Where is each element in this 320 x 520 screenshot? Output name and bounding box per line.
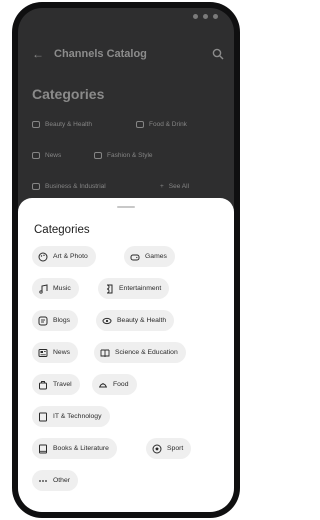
background-chip[interactable]: Beauty & Health [32, 116, 92, 132]
chip-label: Travel [53, 381, 72, 388]
category-chip-games[interactable]: Games [124, 246, 175, 267]
luggage-icon [38, 380, 48, 390]
chip-label: Entertainment [119, 285, 162, 292]
newspaper-icon [38, 348, 48, 358]
chip-label: Blogs [53, 317, 71, 324]
signal-icon [193, 14, 198, 19]
sheet-title: Categories [34, 224, 90, 236]
background-chip-label: Food & Drink [149, 120, 187, 128]
background-heading: Categories [32, 86, 105, 102]
chip-label: IT & Technology [53, 413, 102, 420]
phone-frame: ← Channels Catalog Categories Beauty & H… [12, 2, 240, 518]
drag-handle[interactable] [117, 206, 135, 208]
gamepad-icon [130, 252, 140, 262]
music-note-icon [38, 283, 48, 294]
palette-icon [38, 252, 48, 262]
hanger-icon [94, 151, 102, 159]
background-chip[interactable]: News [32, 147, 61, 163]
category-chip-art-photo[interactable]: Art & Photo [32, 246, 96, 267]
chip-label: Books & Literature [53, 445, 109, 452]
chip-label: Sport [167, 445, 184, 452]
wifi-icon [203, 14, 208, 19]
categories-bottom-sheet: Categories Art & Photo Games Music Enter… [18, 198, 234, 512]
dish-icon [98, 380, 108, 390]
app-title: Channels Catalog [54, 48, 147, 60]
laptop-icon [38, 412, 48, 422]
background-chip-label: Fashion & Style [107, 151, 153, 159]
chip-label: Music [53, 285, 71, 292]
category-chip-books-literature[interactable]: Books & Literature [32, 438, 117, 459]
category-chip-travel[interactable]: Travel [32, 374, 80, 395]
chip-label: Other [53, 477, 70, 484]
background-chip[interactable]: Fashion & Style [94, 147, 153, 163]
book-icon [100, 348, 110, 358]
dish-icon [136, 120, 144, 128]
back-arrow-icon[interactable]: ← [32, 47, 44, 61]
chip-label: Science & Education [115, 349, 178, 356]
category-chip-blogs[interactable]: Blogs [32, 310, 79, 331]
chip-label: Art & Photo [53, 253, 88, 260]
category-chip-news[interactable]: News [32, 342, 78, 363]
newspaper-icon [32, 151, 40, 159]
background-chip[interactable]: Food & Drink [136, 116, 187, 132]
eye-icon [32, 120, 40, 128]
plus-icon: + [160, 182, 164, 190]
screen: ← Channels Catalog Categories Beauty & H… [18, 8, 234, 512]
books-icon [38, 444, 48, 454]
background-chip-label: Business & Industrial [45, 182, 106, 190]
briefcase-icon [32, 182, 40, 190]
background-chip[interactable]: Business & Industrial [32, 178, 106, 194]
background-chip-label: Beauty & Health [45, 120, 92, 128]
app-bar: ← Channels Catalog [32, 44, 224, 64]
background-chip-label: News [45, 151, 62, 159]
category-chip-science-education[interactable]: Science & Education [94, 342, 186, 363]
battery-icon [213, 14, 218, 19]
chip-label: News [53, 349, 70, 356]
chip-label: Food [113, 381, 129, 388]
category-chip-sport[interactable]: Sport [146, 438, 192, 459]
ball-icon [152, 444, 162, 454]
blog-icon [38, 316, 48, 326]
category-chip-it-technology[interactable]: IT & Technology [32, 406, 110, 427]
category-chip-food[interactable]: Food [92, 374, 137, 395]
category-chip-other[interactable]: Other [32, 470, 78, 491]
search-icon[interactable] [212, 48, 224, 60]
chip-label: Games [145, 253, 167, 260]
category-chip-music[interactable]: Music [32, 278, 79, 299]
eye-icon [102, 316, 112, 326]
category-chip-beauty-health[interactable]: Beauty & Health [96, 310, 175, 331]
category-chip-entertainment[interactable]: Entertainment [98, 278, 170, 299]
background-chip-label: See All [168, 182, 190, 190]
chip-label: Beauty & Health [117, 317, 167, 324]
background-chip[interactable]: + See All [160, 178, 189, 194]
status-bar [193, 14, 218, 19]
ticket-icon [104, 284, 114, 294]
more-icon [38, 476, 48, 486]
